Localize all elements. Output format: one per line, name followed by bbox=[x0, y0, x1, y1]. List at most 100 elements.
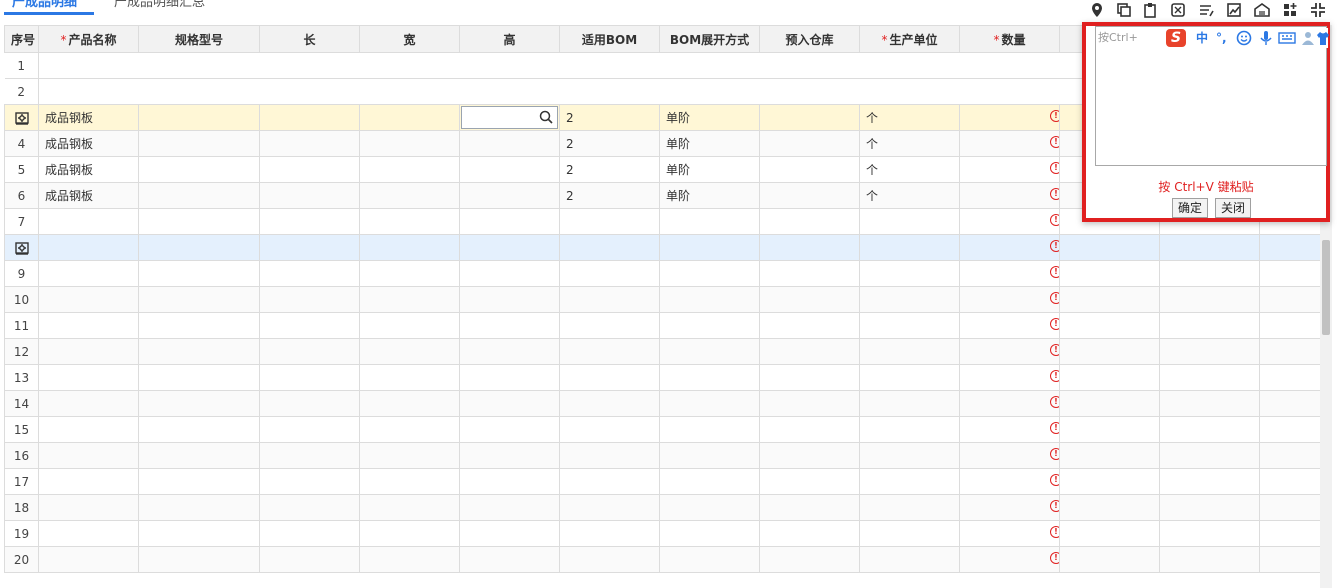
product-name-cell[interactable] bbox=[38, 286, 139, 313]
grid-cell[interactable] bbox=[1259, 312, 1320, 339]
row-number-cell[interactable] bbox=[4, 234, 39, 261]
product-name-cell[interactable] bbox=[38, 52, 139, 79]
grid-cell[interactable] bbox=[138, 104, 260, 131]
product-name-cell[interactable]: 成品钢板 bbox=[38, 156, 139, 183]
bom-mode-cell[interactable] bbox=[659, 286, 760, 313]
grid-cell[interactable] bbox=[1059, 286, 1160, 313]
row-number-cell[interactable]: 2 bbox=[4, 78, 39, 105]
grid-cell[interactable] bbox=[1259, 338, 1320, 365]
grid-cell[interactable] bbox=[1159, 416, 1260, 443]
grid-cell[interactable] bbox=[1059, 442, 1160, 469]
bom-cell[interactable] bbox=[559, 364, 660, 391]
unit-cell[interactable] bbox=[859, 234, 960, 261]
warehouse-icon[interactable] bbox=[1254, 2, 1270, 18]
grid-cell[interactable] bbox=[1159, 468, 1260, 495]
grid-cell[interactable] bbox=[259, 260, 360, 287]
grid-cell[interactable] bbox=[759, 416, 860, 443]
grid-cell[interactable] bbox=[1059, 234, 1160, 261]
bom-mode-cell[interactable] bbox=[659, 78, 760, 105]
bom-cell[interactable] bbox=[559, 416, 660, 443]
quantity-cell[interactable]: ! bbox=[959, 494, 1060, 521]
quantity-cell[interactable]: ! bbox=[959, 286, 1060, 313]
grid-cell[interactable] bbox=[1159, 312, 1260, 339]
bom-mode-cell[interactable] bbox=[659, 416, 760, 443]
quantity-cell[interactable]: ! bbox=[959, 234, 1060, 261]
grid-cell[interactable] bbox=[759, 130, 860, 157]
grid-cell[interactable] bbox=[138, 234, 260, 261]
grid-cell[interactable] bbox=[459, 130, 560, 157]
bom-mode-cell[interactable] bbox=[659, 312, 760, 339]
grid-cell[interactable] bbox=[1259, 468, 1320, 495]
product-name-cell[interactable]: 成品钢板 bbox=[38, 182, 139, 209]
sogou-logo-icon[interactable]: S bbox=[1166, 29, 1186, 47]
grid-cell[interactable] bbox=[1259, 494, 1320, 521]
confirm-button[interactable]: 确定 bbox=[1172, 198, 1209, 218]
column-header-4[interactable]: 宽 bbox=[359, 25, 460, 53]
grid-cell[interactable] bbox=[759, 364, 860, 391]
bom-cell[interactable] bbox=[559, 286, 660, 313]
grid-cell[interactable] bbox=[1059, 338, 1160, 365]
paste-icon[interactable] bbox=[1142, 2, 1158, 18]
bom-cell[interactable] bbox=[559, 494, 660, 521]
grid-cell[interactable] bbox=[359, 208, 460, 235]
grid-cell[interactable] bbox=[1059, 546, 1160, 573]
grid-cell[interactable] bbox=[138, 208, 260, 235]
grid-cell[interactable] bbox=[359, 182, 460, 209]
grid-cell[interactable] bbox=[759, 208, 860, 235]
product-name-cell[interactable] bbox=[38, 208, 139, 235]
bom-mode-cell[interactable] bbox=[659, 520, 760, 547]
row-number-cell[interactable]: 18 bbox=[4, 494, 39, 521]
grid-cell[interactable] bbox=[259, 442, 360, 469]
grid-cell[interactable] bbox=[759, 234, 860, 261]
bom-cell[interactable] bbox=[559, 52, 660, 79]
bom-cell[interactable] bbox=[559, 520, 660, 547]
grid-cell[interactable] bbox=[259, 416, 360, 443]
row-number-cell[interactable]: 7 bbox=[4, 208, 39, 235]
grid-cell[interactable] bbox=[459, 494, 560, 521]
unit-cell[interactable] bbox=[859, 442, 960, 469]
bom-cell[interactable] bbox=[559, 312, 660, 339]
location-icon[interactable] bbox=[1089, 2, 1105, 18]
table-row[interactable]: 11! bbox=[4, 312, 1320, 339]
unit-cell[interactable]: 个 bbox=[859, 156, 960, 183]
bom-cell[interactable]: 2 bbox=[559, 182, 660, 209]
grid-cell[interactable] bbox=[138, 390, 260, 417]
column-header-1[interactable]: * 产品名称 bbox=[38, 25, 139, 53]
grid-cell[interactable] bbox=[1159, 520, 1260, 547]
row-number-cell[interactable]: 20 bbox=[4, 546, 39, 573]
grid-cell[interactable] bbox=[359, 130, 460, 157]
bom-mode-cell[interactable]: 单阶 bbox=[659, 182, 760, 209]
column-header-2[interactable]: 规格型号 bbox=[138, 25, 260, 53]
grid-cell[interactable] bbox=[459, 234, 560, 261]
column-header-9[interactable]: * 生产单位 bbox=[859, 25, 960, 53]
grid-cell[interactable] bbox=[138, 520, 260, 547]
bom-cell[interactable] bbox=[559, 390, 660, 417]
row-number-cell[interactable]: 11 bbox=[4, 312, 39, 339]
quantity-cell[interactable]: ! bbox=[959, 130, 1060, 157]
bom-cell[interactable] bbox=[559, 546, 660, 573]
unit-cell[interactable] bbox=[859, 260, 960, 287]
grid-cell[interactable] bbox=[138, 416, 260, 443]
grid-cell[interactable] bbox=[359, 52, 460, 79]
table-row[interactable]: 13! bbox=[4, 364, 1320, 391]
grid-cell[interactable] bbox=[1059, 468, 1160, 495]
product-name-cell[interactable] bbox=[38, 416, 139, 443]
grid-cell[interactable] bbox=[359, 260, 460, 287]
bom-mode-cell[interactable] bbox=[659, 364, 760, 391]
table-row[interactable]: 19! bbox=[4, 520, 1320, 547]
product-name-cell[interactable]: 成品钢板 bbox=[38, 130, 139, 157]
grid-cell[interactable] bbox=[759, 312, 860, 339]
grid-cell[interactable] bbox=[138, 546, 260, 573]
grid-cell[interactable] bbox=[259, 546, 360, 573]
grid-cell[interactable] bbox=[459, 286, 560, 313]
grid-cell[interactable] bbox=[138, 156, 260, 183]
grid-cell[interactable] bbox=[1159, 286, 1260, 313]
bom-cell[interactable] bbox=[559, 442, 660, 469]
grid-cell[interactable] bbox=[759, 390, 860, 417]
row-number-cell[interactable]: 15 bbox=[4, 416, 39, 443]
grid-cell[interactable] bbox=[359, 78, 460, 105]
grid-cell[interactable] bbox=[459, 260, 560, 287]
quantity-cell[interactable]: ! bbox=[959, 260, 1060, 287]
table-row[interactable]: 15! bbox=[4, 416, 1320, 443]
grid-cell[interactable] bbox=[459, 182, 560, 209]
